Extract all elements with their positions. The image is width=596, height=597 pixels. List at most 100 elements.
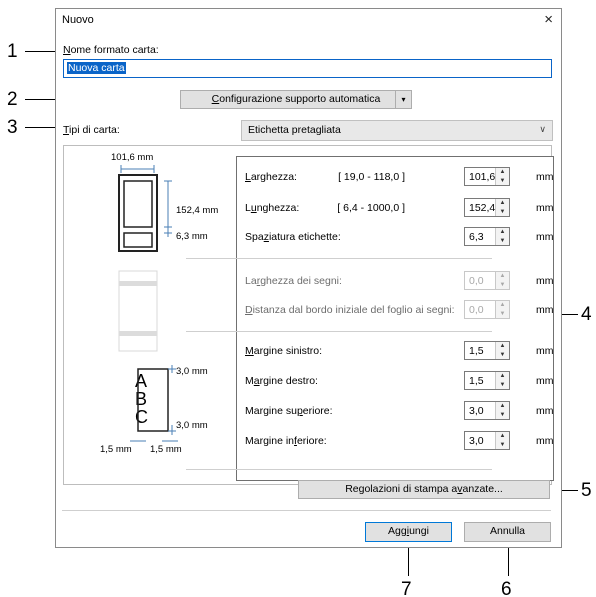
field-label: Spaziatura etichette: [245, 231, 341, 243]
auto-config-label: Configurazione supporto automatica [212, 93, 381, 105]
cancel-button[interactable]: Annulla [464, 522, 551, 542]
field-spinner[interactable]: 3,0 ▲ ▼ [464, 431, 510, 450]
field-label-accel: D [245, 304, 253, 316]
field-unit: mm [536, 202, 554, 214]
field-spinner[interactable]: 0,0 ▲ ▼ [464, 271, 510, 290]
chevron-up-icon[interactable]: ▲ [496, 372, 509, 381]
advanced-settings-button[interactable]: Regolazioni di stampa avanzate... [298, 480, 550, 499]
field-spinner[interactable]: 1,5 ▲ ▼ [464, 371, 510, 390]
close-icon[interactable]: × [544, 11, 553, 28]
field-unit: mm [536, 405, 554, 417]
field-unit: mm [536, 171, 554, 183]
chevron-down-icon[interactable]: ▼ [496, 381, 509, 390]
field-label-accel: M [245, 345, 254, 357]
chevron-up-icon[interactable]: ▲ [496, 272, 509, 281]
separator [186, 331, 492, 332]
advanced-settings-pre: Regolazioni di stampa a [345, 483, 458, 495]
field-range: [ 19,0 - 118,0 ] [338, 171, 405, 183]
separator [186, 469, 492, 470]
add-post: ungi [409, 525, 429, 537]
field-label-post: argine sinistro: [253, 345, 323, 357]
chevron-up-icon[interactable]: ▲ [496, 342, 509, 351]
chevron-up-icon[interactable]: ▲ [496, 402, 509, 411]
paper-name-value: Nuova carta [67, 62, 126, 74]
spinner-arrows[interactable]: ▲ ▼ [495, 301, 509, 318]
field-range: [ 6,4 - 1000,0 ] [337, 202, 405, 214]
callout-3-line [25, 127, 59, 128]
field-spinner[interactable]: 3,0 ▲ ▼ [464, 401, 510, 420]
paper-name-input[interactable]: Nuova carta [63, 59, 552, 78]
chevron-down-icon[interactable]: ▼ [496, 441, 509, 450]
field-value[interactable]: 3,0 [469, 405, 484, 417]
auto-config-button[interactable]: Configurazione supporto automatica ▾ [180, 90, 412, 109]
chevron-up-icon[interactable]: ▲ [496, 199, 509, 208]
label-preview-graphic [118, 165, 178, 442]
field-label: Distanza dal bordo iniziale del foglio a… [245, 304, 455, 316]
chevron-up-icon[interactable]: ▲ [496, 301, 509, 310]
field-spinner[interactable]: 6,3 ▲ ▼ [464, 227, 510, 246]
spinner-arrows[interactable]: ▲ ▼ [495, 342, 509, 359]
chevron-down-icon[interactable]: ▾ [395, 91, 411, 108]
field-label-post: nghezza: [256, 202, 300, 214]
chevron-down-icon[interactable]: ▼ [496, 310, 509, 319]
field-label: Larghezza dei segni: [245, 275, 342, 287]
field-label-post: ghezza dei segni: [260, 275, 342, 287]
paper-name-label: Nome formato carta: [63, 44, 159, 56]
chevron-down-icon[interactable]: ▼ [496, 177, 509, 186]
field-spinner[interactable]: 0,0 ▲ ▼ [464, 300, 510, 319]
field-label-pre: Margine su [245, 405, 297, 417]
spinner-arrows[interactable]: ▲ ▼ [495, 402, 509, 419]
field-label: Margine destro: [245, 375, 318, 387]
auto-config-text: onfigurazione supporto automatica [219, 93, 381, 105]
separator [186, 258, 492, 259]
field-label: Margine inferiore: [245, 435, 327, 447]
advanced-settings-post: anzate... [462, 483, 503, 495]
field-label-pre: Spa [245, 231, 264, 243]
field-spinner[interactable]: 101,6 ▲ ▼ [464, 167, 510, 186]
field-spinner[interactable]: 1,5 ▲ ▼ [464, 341, 510, 360]
chevron-down-icon[interactable]: ▼ [496, 351, 509, 360]
spinner-arrows[interactable]: ▲ ▼ [495, 199, 509, 216]
chevron-down-icon[interactable]: ▼ [496, 411, 509, 420]
field-value[interactable]: 101,6 [469, 171, 495, 183]
chevron-up-icon[interactable]: ▲ [496, 432, 509, 441]
chevron-down-icon[interactable]: ▼ [496, 281, 509, 290]
chevron-down-icon[interactable]: ▼ [496, 208, 509, 217]
callout-7: 7 [401, 579, 412, 597]
field-value[interactable]: 1,5 [469, 345, 484, 357]
chevron-up-icon[interactable]: ▲ [496, 168, 509, 177]
add-button[interactable]: Aggiungi [365, 522, 452, 542]
spinner-arrows[interactable]: ▲ ▼ [495, 168, 509, 185]
spinner-arrows[interactable]: ▲ ▼ [495, 228, 509, 245]
field-unit: mm [536, 231, 554, 243]
paper-type-label-text: ipi di carta: [69, 124, 120, 136]
field-label-post: arghezza: [250, 171, 297, 183]
field-unit: mm [536, 275, 554, 287]
add-pre: Agg [388, 525, 407, 537]
field-label-post: eriore: [296, 435, 327, 447]
paper-name-label-text: ome formato carta: [70, 44, 159, 56]
field-label: Larghezza: [245, 171, 297, 183]
spinner-arrows[interactable]: ▲ ▼ [495, 272, 509, 289]
chevron-up-icon[interactable]: ▲ [496, 228, 509, 237]
spinner-arrows[interactable]: ▲ ▼ [495, 432, 509, 449]
field-label: Margine superiore: [245, 405, 333, 417]
field-value[interactable]: 152,4 [469, 202, 495, 214]
field-unit: mm [536, 304, 554, 316]
field-value[interactable]: 0,0 [469, 275, 484, 287]
field-label-post: eriore: [302, 405, 333, 417]
field-value[interactable]: 1,5 [469, 375, 484, 387]
field-value[interactable]: 0,0 [469, 304, 484, 316]
field-unit: mm [536, 435, 554, 447]
field-spinner[interactable]: 152,4 ▲ ▼ [464, 198, 510, 217]
field-value[interactable]: 6,3 [469, 231, 484, 243]
spinner-arrows[interactable]: ▲ ▼ [495, 372, 509, 389]
chevron-down-icon[interactable]: ▼ [496, 237, 509, 246]
field-value[interactable]: 3,0 [469, 435, 484, 447]
field-label-pre: La [245, 275, 257, 287]
bottom-separator [62, 510, 551, 511]
callout-3: 3 [7, 117, 18, 138]
dialog-title: Nuovo [62, 14, 94, 26]
paper-type-value: Etichetta pretagliata [248, 124, 341, 136]
paper-type-select[interactable]: Etichetta pretagliata ∨ [241, 120, 553, 141]
